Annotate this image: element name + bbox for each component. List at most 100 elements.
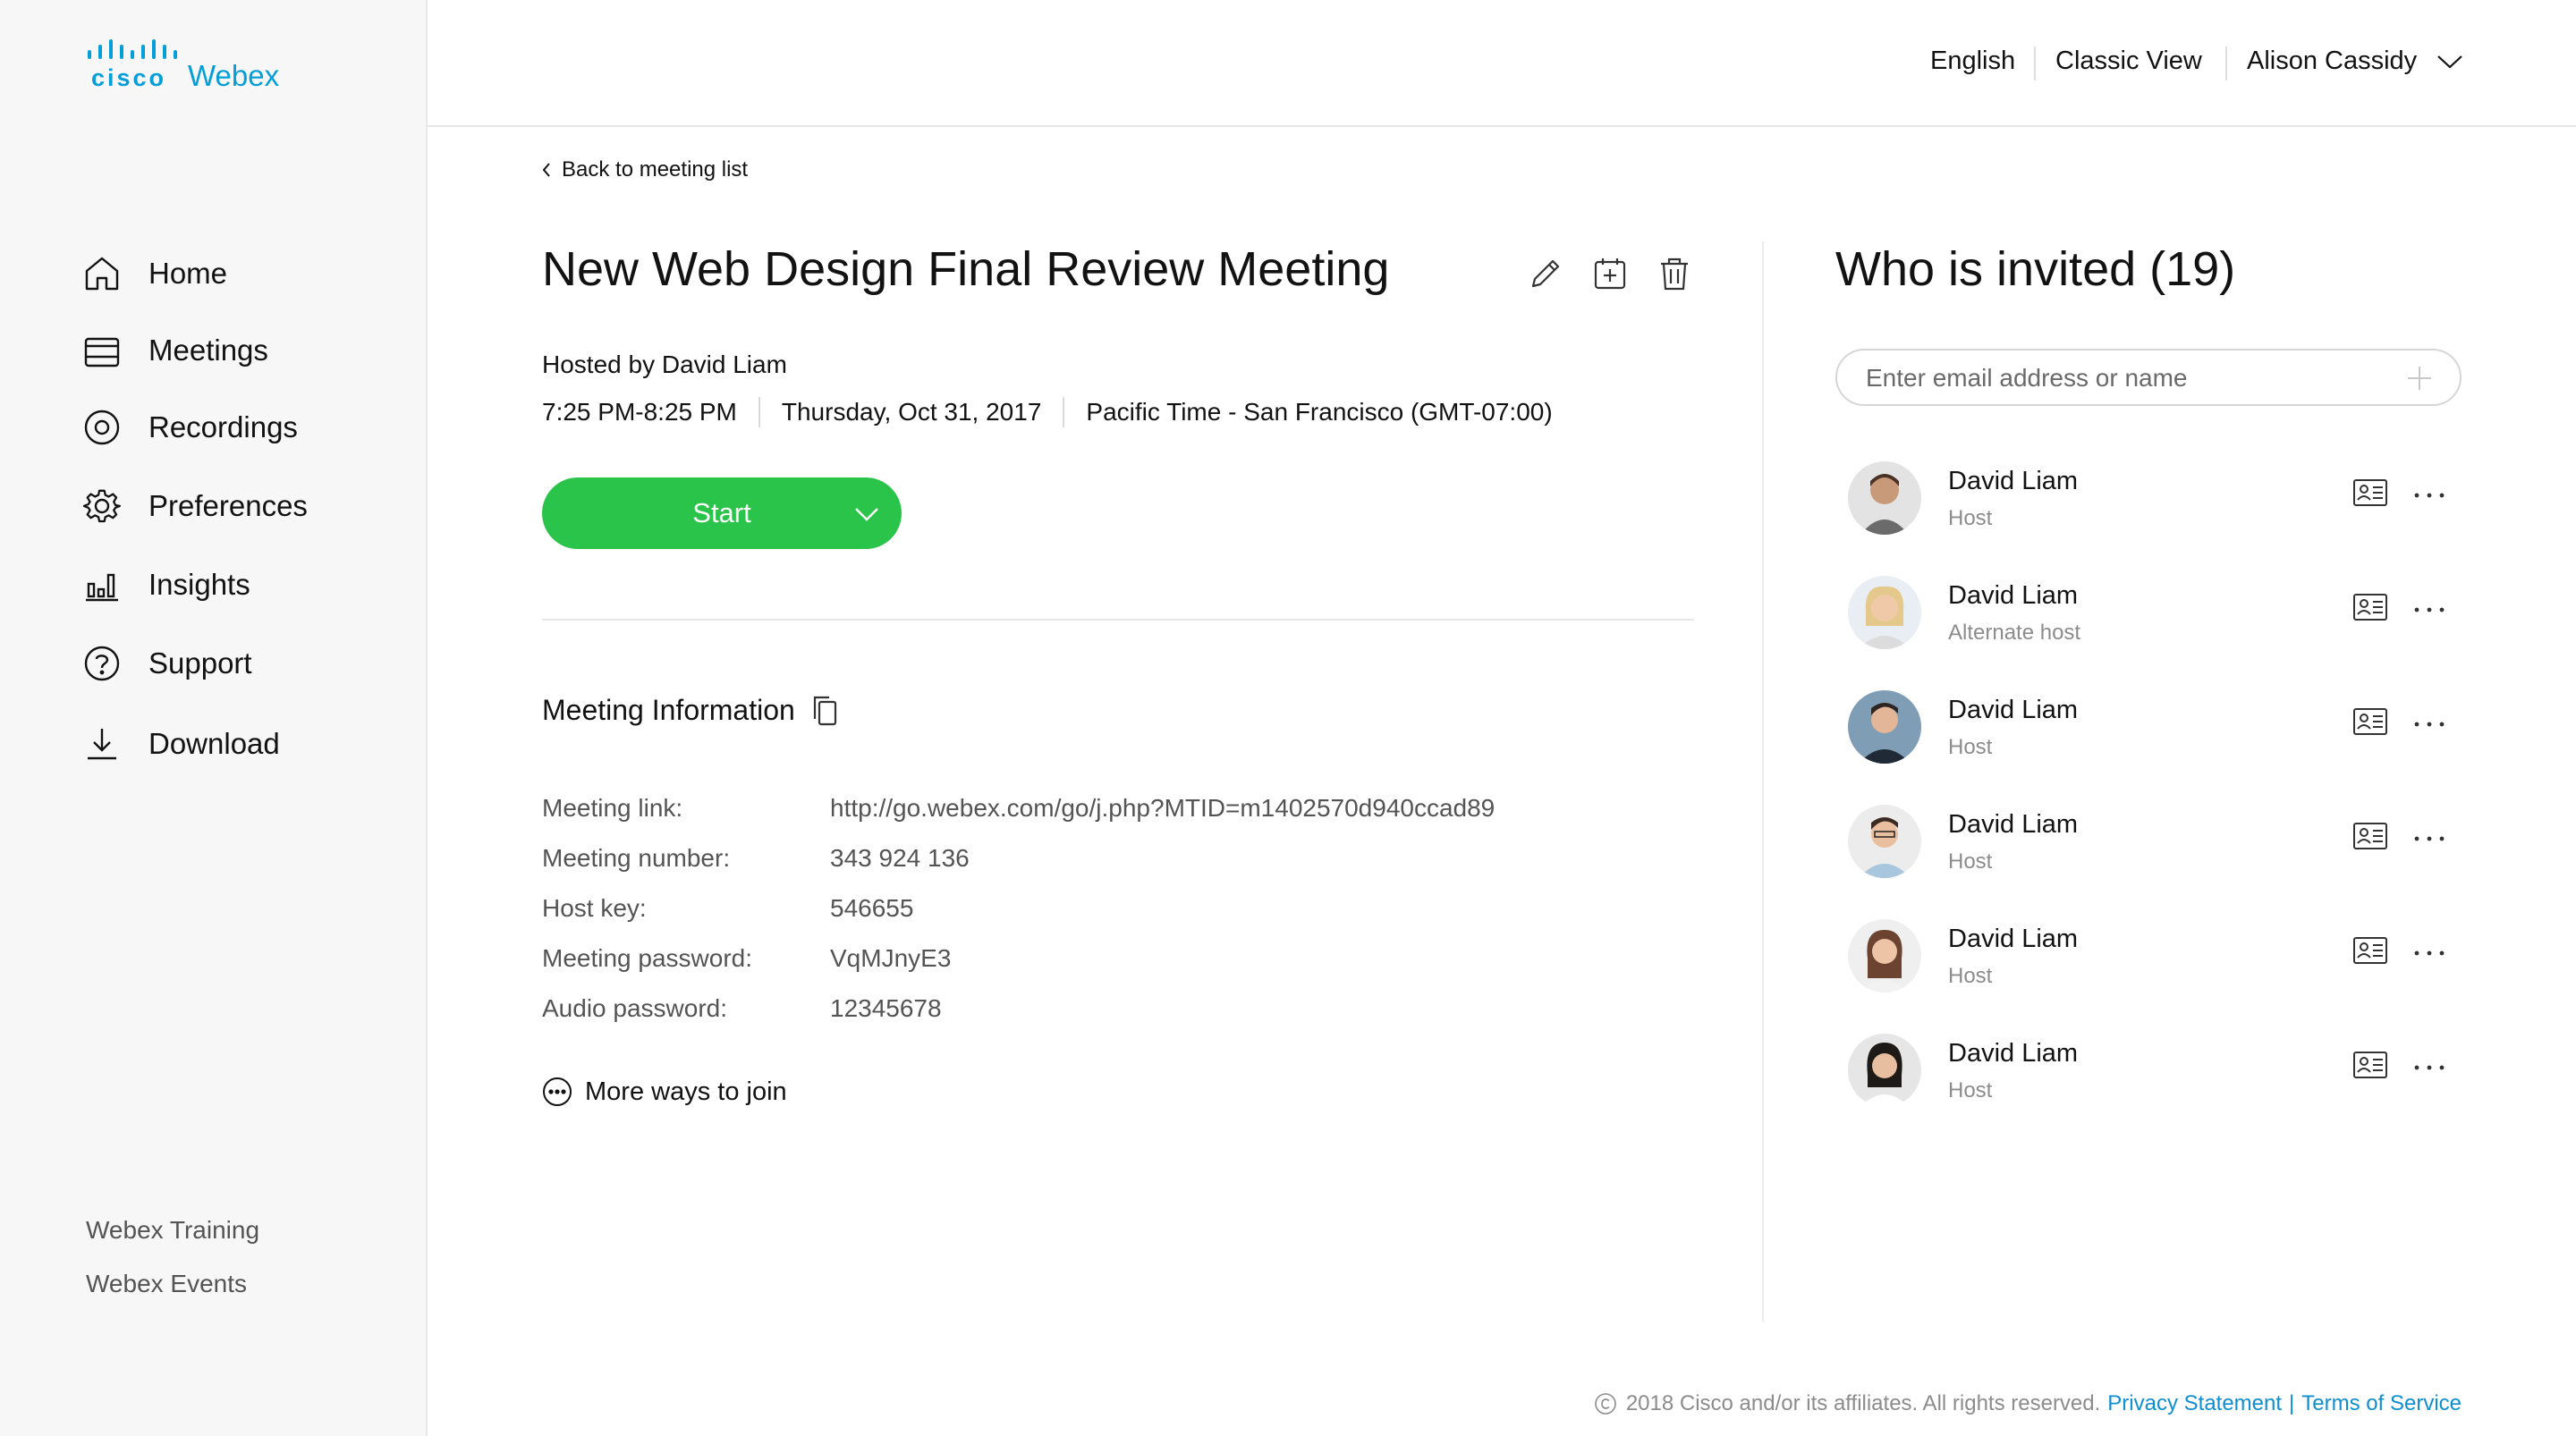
meeting-date: Thursday, Oct 31, 2017: [781, 398, 1042, 426]
host-key-label: Host key:: [542, 894, 647, 922]
classic-view-link[interactable]: Classic View: [2055, 46, 2202, 76]
add-to-calendar-icon[interactable]: [1590, 254, 1630, 293]
copy-icon[interactable]: [811, 695, 838, 727]
help-icon: [82, 644, 122, 683]
more-options-icon[interactable]: [2411, 592, 2447, 628]
top-header: English Classic View Alison Cassidy: [428, 0, 2576, 127]
terms-of-service-link[interactable]: Terms of Service: [2301, 1391, 2462, 1416]
sidebar-item-label: Home: [148, 257, 228, 290]
meeting-link-value[interactable]: http://go.webex.com/go/j.php?MTID=m14025…: [830, 794, 1495, 823]
invitee-role: Host: [1948, 849, 1993, 874]
invitee-role: Host: [1948, 1078, 1993, 1102]
more-ways-label: More ways to join: [585, 1077, 787, 1106]
sidebar-item-label: Insights: [148, 568, 250, 601]
audio-password-value: 12345678: [830, 994, 942, 1022]
edit-icon[interactable]: [1526, 254, 1565, 293]
more-options-icon[interactable]: [2411, 821, 2447, 857]
copyright-text: 2018 Cisco and/or its affiliates. All ri…: [1625, 1391, 2101, 1415]
invitee-role: Host: [1948, 964, 1993, 988]
sidebar-item-preferences[interactable]: Preferences: [82, 479, 308, 533]
start-button-label: Start: [692, 497, 751, 528]
contact-card-icon[interactable]: [2352, 592, 2388, 627]
invite-input[interactable]: [1864, 359, 2386, 397]
vertical-divider: [1762, 241, 1764, 1322]
chevron-down-icon[interactable]: [853, 501, 880, 526]
back-link-label: Back to meeting list: [562, 157, 749, 182]
gear-icon: [82, 486, 122, 526]
hosted-by: Hosted by David Liam: [542, 351, 787, 378]
user-name: Alison Cassidy: [2247, 46, 2418, 75]
avatar: [1848, 805, 1921, 878]
invitee-name: David Liam: [1948, 467, 2079, 495]
more-options-icon[interactable]: [2411, 1050, 2447, 1085]
meeting-title: New Web Design Final Review Meeting: [542, 242, 1390, 296]
sidebar-item-label: Preferences: [148, 489, 308, 522]
avatar: [1848, 576, 1921, 649]
more-options-icon[interactable]: [2411, 477, 2447, 513]
contact-card-icon[interactable]: [2352, 477, 2388, 512]
meeting-information-title: Meeting Information: [542, 694, 795, 726]
cisco-wordmark: cisco: [91, 64, 166, 91]
sidebar-item-support[interactable]: Support: [82, 637, 252, 690]
record-icon: [82, 408, 122, 447]
invitee-row: David Liam Host: [1835, 685, 2462, 771]
user-menu[interactable]: Alison Cassidy: [2247, 46, 2463, 76]
invitee-name: David Liam: [1948, 581, 2079, 610]
contact-card-icon[interactable]: [2352, 935, 2388, 970]
divider: [1063, 397, 1065, 427]
invitee-row: David Liam Host: [1835, 914, 2462, 1000]
calendar-icon: [82, 331, 122, 370]
meeting-number-label: Meeting number:: [542, 844, 731, 872]
footer: 2018 Cisco and/or its affiliates. All ri…: [1594, 1391, 2462, 1416]
invite-search-box: [1835, 349, 2462, 406]
sidebar-item-download[interactable]: Download: [82, 717, 280, 771]
meeting-time-row: 7:25 PM-8:25 PM Thursday, Oct 31, 2017 P…: [542, 397, 1553, 427]
section-divider: [542, 619, 1694, 621]
invitee-row: David Liam Host: [1835, 1028, 2462, 1114]
invitee-row: David Liam Host: [1835, 456, 2462, 542]
sidebar-item-label: Meetings: [148, 334, 268, 367]
contact-card-icon[interactable]: [2352, 706, 2388, 741]
invitee-name: David Liam: [1948, 810, 2079, 839]
more-options-icon[interactable]: [2411, 935, 2447, 971]
meeting-timezone: Pacific Time - San Francisco (GMT-07:00): [1086, 398, 1553, 426]
plus-icon[interactable]: [2406, 365, 2433, 392]
meeting-password-label: Meeting password:: [542, 944, 753, 972]
bar-chart-icon: [82, 565, 122, 604]
meeting-number-value: 343 924 136: [830, 844, 970, 872]
sidebar-item-insights[interactable]: Insights: [82, 558, 250, 612]
delete-icon[interactable]: [1655, 254, 1694, 293]
meeting-password-value: VqMJnyE3: [830, 944, 952, 972]
contact-card-icon[interactable]: [2352, 821, 2388, 856]
download-icon: [82, 724, 122, 764]
start-meeting-button[interactable]: Start: [542, 477, 902, 549]
more-ways-to-join-link[interactable]: More ways to join: [542, 1077, 787, 1107]
copyright-icon: [1595, 1393, 1616, 1415]
more-circle-icon: [543, 1077, 572, 1106]
sidebar-item-meetings[interactable]: Meetings: [82, 324, 268, 377]
header-divider: [2225, 46, 2227, 80]
sidebar-item-home[interactable]: Home: [82, 247, 227, 300]
more-options-icon[interactable]: [2411, 706, 2447, 742]
invitee-name: David Liam: [1948, 696, 2079, 724]
contact-card-icon[interactable]: [2352, 1050, 2388, 1085]
invitee-name: David Liam: [1948, 1039, 2079, 1068]
privacy-statement-link[interactable]: Privacy Statement: [2107, 1391, 2282, 1416]
invitees-title: Who is invited (19): [1835, 242, 2236, 296]
meeting-link-label: Meeting link:: [542, 794, 683, 822]
chevron-left-icon: [542, 163, 550, 177]
meeting-information-heading: Meeting Information: [542, 694, 838, 727]
avatar: [1848, 461, 1921, 535]
cisco-webex-logo[interactable]: cisco Webex: [86, 39, 301, 102]
invitee-role: Host: [1948, 735, 1993, 759]
invitee-role: Alternate host: [1948, 621, 2081, 645]
divider: [758, 397, 760, 427]
webex-events-link[interactable]: Webex Events: [86, 1270, 247, 1298]
back-to-meeting-list-link[interactable]: Back to meeting list: [542, 157, 748, 182]
invitee-role: Host: [1948, 506, 1993, 530]
language-selector[interactable]: English: [1930, 46, 2015, 76]
webex-training-link[interactable]: Webex Training: [86, 1216, 259, 1245]
host-key-value: 546655: [830, 894, 914, 922]
sidebar-item-recordings[interactable]: Recordings: [82, 401, 298, 454]
header-divider: [2034, 46, 2036, 80]
